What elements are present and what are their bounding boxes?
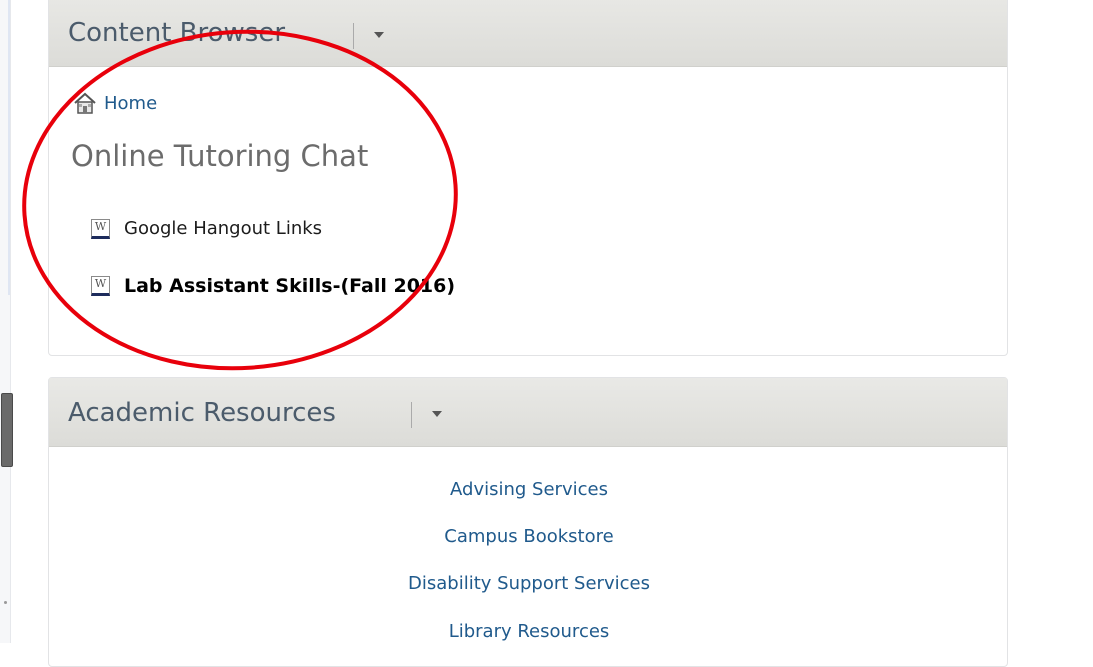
title-separator: [411, 402, 412, 428]
scrollbar-handle[interactable]: [1, 393, 13, 467]
academic-resources-header: Academic Resources: [49, 378, 1007, 447]
advising-services-link[interactable]: Advising Services: [49, 479, 1009, 500]
left-panel-dot: [4, 601, 7, 604]
word-document-icon: W: [91, 276, 110, 296]
chevron-down-icon[interactable]: [374, 32, 384, 38]
topic-item[interactable]: W Lab Assistant Skills-(Fall 2016): [91, 275, 455, 297]
left-panel-divider: [8, 0, 10, 295]
topic-link[interactable]: Lab Assistant Skills-(Fall 2016): [124, 275, 455, 297]
chevron-down-icon[interactable]: [432, 411, 442, 417]
title-separator: [353, 23, 354, 49]
content-browser-widget: Content Browser Home Online Tutoring Cha…: [48, 0, 1008, 356]
academic-resources-widget: Academic Resources Advising Services Cam…: [48, 377, 1008, 667]
home-breadcrumb[interactable]: Home: [73, 92, 157, 114]
topic-item[interactable]: W Google Hangout Links: [91, 218, 322, 239]
content-browser-title: Content Browser: [68, 18, 286, 48]
disability-support-services-link[interactable]: Disability Support Services: [49, 573, 1009, 594]
topic-link[interactable]: Google Hangout Links: [124, 218, 322, 239]
library-resources-link[interactable]: Library Resources: [49, 621, 1009, 642]
academic-resources-title: Academic Resources: [68, 398, 336, 428]
module-title: Online Tutoring Chat: [71, 139, 369, 173]
word-document-icon: W: [91, 218, 110, 239]
campus-bookstore-link[interactable]: Campus Bookstore: [49, 526, 1009, 547]
home-link[interactable]: Home: [104, 93, 157, 114]
content-browser-header: Content Browser: [49, 0, 1007, 67]
home-icon: [74, 92, 96, 114]
